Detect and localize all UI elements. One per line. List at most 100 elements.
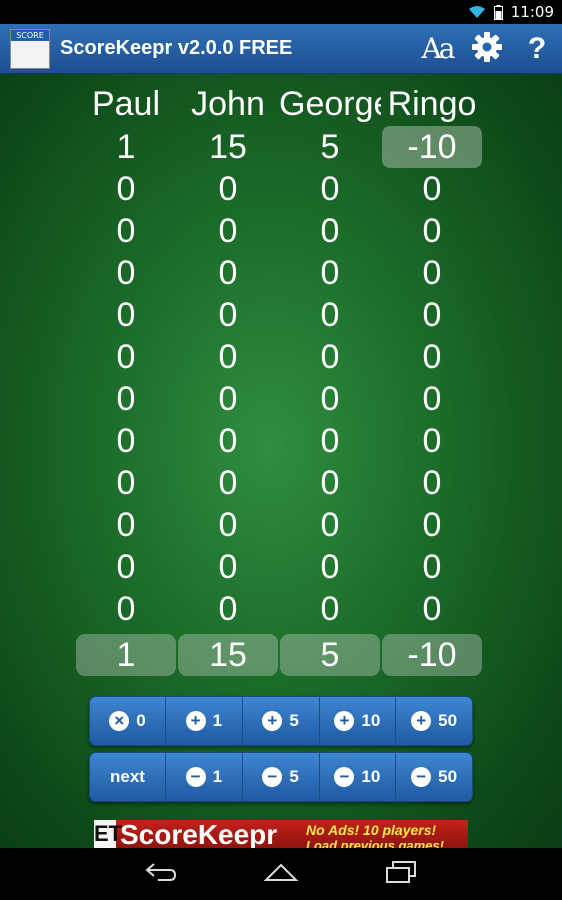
score-cell[interactable]: 0 bbox=[177, 294, 279, 336]
score-cell[interactable]: 5 bbox=[279, 126, 381, 168]
score-cell[interactable]: 0 bbox=[177, 252, 279, 294]
player-name[interactable]: Ringo bbox=[381, 82, 483, 126]
minus-5-button[interactable]: −5 bbox=[243, 753, 320, 801]
score-row: 0 0 0 0 bbox=[75, 294, 483, 336]
home-icon bbox=[263, 861, 299, 887]
score-cell[interactable]: 0 bbox=[177, 420, 279, 462]
score-cell[interactable]: 0 bbox=[75, 252, 177, 294]
font-size-button[interactable]: Aa bbox=[412, 24, 462, 74]
score-cell[interactable]: 0 bbox=[177, 336, 279, 378]
next-button[interactable]: next bbox=[90, 753, 166, 801]
score-value: 0 bbox=[218, 422, 238, 460]
battery-icon bbox=[493, 4, 503, 20]
score-cell[interactable]: 0 bbox=[75, 420, 177, 462]
close-icon: × bbox=[109, 711, 130, 731]
score-cell[interactable]: 0 bbox=[279, 588, 381, 630]
score-cell[interactable]: 0 bbox=[279, 420, 381, 462]
score-cell[interactable]: 0 bbox=[279, 504, 381, 546]
score-cell[interactable]: 0 bbox=[75, 546, 177, 588]
status-time: 11:09 bbox=[510, 3, 554, 21]
ad-prefix: ET bbox=[94, 820, 123, 848]
score-value: 0 bbox=[320, 590, 340, 628]
score-value: 0 bbox=[320, 254, 340, 292]
score-cell[interactable]: 0 bbox=[279, 294, 381, 336]
score-cell[interactable]: 0 bbox=[279, 252, 381, 294]
back-button[interactable] bbox=[101, 848, 221, 900]
score-cell[interactable]: 0 bbox=[279, 168, 381, 210]
score-cell[interactable]: 0 bbox=[381, 588, 483, 630]
help-button[interactable]: ? bbox=[512, 24, 562, 74]
score-cell[interactable]: 0 bbox=[75, 210, 177, 252]
score-cell[interactable]: 0 bbox=[177, 210, 279, 252]
score-value: 0 bbox=[218, 590, 238, 628]
plus-1-button[interactable]: +1 bbox=[166, 697, 243, 745]
score-cell[interactable]: 0 bbox=[75, 168, 177, 210]
score-cell[interactable]: -10 bbox=[381, 126, 483, 168]
score-value: 0 bbox=[422, 548, 442, 586]
recent-apps-button[interactable] bbox=[341, 848, 461, 900]
score-cell[interactable]: 0 bbox=[177, 504, 279, 546]
score-cell[interactable]: 0 bbox=[279, 546, 381, 588]
home-button[interactable] bbox=[221, 848, 341, 900]
score-row: 0 0 0 0 bbox=[75, 546, 483, 588]
button-label: next bbox=[110, 767, 145, 786]
recent-apps-icon bbox=[385, 860, 417, 888]
score-row: 0 0 0 0 bbox=[75, 336, 483, 378]
score-value: 0 bbox=[116, 548, 136, 586]
player-name[interactable]: John bbox=[177, 82, 279, 126]
score-cell[interactable]: 0 bbox=[381, 210, 483, 252]
score-row: 0 0 0 0 bbox=[75, 504, 483, 546]
score-cell[interactable]: 0 bbox=[177, 168, 279, 210]
score-board: PaulJohnGeorgeRingo 1155-100000000000000… bbox=[0, 74, 562, 848]
score-cell[interactable]: 0 bbox=[279, 210, 381, 252]
plus-5-button[interactable]: +5 bbox=[243, 697, 320, 745]
totals-row: 1 15 5 -10 bbox=[75, 634, 483, 676]
score-cell[interactable]: 0 bbox=[177, 546, 279, 588]
score-cell[interactable]: 0 bbox=[381, 420, 483, 462]
score-value: 0 bbox=[320, 422, 340, 460]
score-grid: 1 15 5 -10 0 0 0 0 0 0 0 0 0 0 0 0 0 0 0 0 0 0 0 0 0 0 0 0 0 0 0 0 0 0 0 0 0… bbox=[75, 126, 483, 630]
score-value: 0 bbox=[422, 296, 442, 334]
score-cell[interactable]: 0 bbox=[279, 378, 381, 420]
score-cell[interactable]: 0 bbox=[75, 462, 177, 504]
players-header: PaulJohnGeorgeRingo bbox=[75, 82, 483, 126]
score-cell[interactable]: 0 bbox=[381, 462, 483, 504]
settings-button[interactable] bbox=[462, 24, 512, 74]
score-cell[interactable]: 0 bbox=[177, 378, 279, 420]
minus-1-button[interactable]: −1 bbox=[166, 753, 243, 801]
score-cell[interactable]: 0 bbox=[381, 252, 483, 294]
score-cell[interactable]: 0 bbox=[75, 504, 177, 546]
plus-50-button[interactable]: +50 bbox=[396, 697, 472, 745]
score-cell[interactable]: 0 bbox=[381, 546, 483, 588]
score-cell[interactable]: 0 bbox=[177, 462, 279, 504]
score-cell[interactable]: 0 bbox=[279, 336, 381, 378]
subtract-score-bar: next −1−5−10−50 bbox=[89, 752, 473, 802]
minus-10-button[interactable]: −10 bbox=[320, 753, 397, 801]
ad-banner[interactable]: ET ScoreKeepr No Ads! 10 players! Load p… bbox=[94, 820, 468, 848]
score-cell[interactable]: 0 bbox=[75, 336, 177, 378]
reset-button[interactable]: × 0 bbox=[90, 697, 166, 745]
score-cell[interactable]: 1 bbox=[75, 126, 177, 168]
score-cell[interactable]: 0 bbox=[381, 378, 483, 420]
minus-50-button[interactable]: −50 bbox=[396, 753, 472, 801]
player-name[interactable]: Paul bbox=[75, 82, 177, 126]
app-logo-label: SCORE bbox=[11, 29, 49, 41]
score-cell[interactable]: 0 bbox=[177, 588, 279, 630]
score-cell[interactable]: 0 bbox=[75, 378, 177, 420]
score-cell[interactable]: 0 bbox=[381, 294, 483, 336]
score-cell[interactable]: 0 bbox=[279, 462, 381, 504]
player-name[interactable]: George bbox=[279, 82, 381, 126]
score-cell[interactable]: 15 bbox=[177, 126, 279, 168]
score-row: 1 15 5 -10 bbox=[75, 126, 483, 168]
minus-icon: − bbox=[262, 767, 283, 787]
score-cell[interactable]: 0 bbox=[381, 168, 483, 210]
total-cell: 5 bbox=[280, 634, 380, 676]
plus-10-button[interactable]: +10 bbox=[320, 697, 397, 745]
button-label: 1 bbox=[212, 711, 223, 730]
total-cell: -10 bbox=[382, 634, 482, 676]
score-value: 5 bbox=[320, 128, 340, 166]
score-cell[interactable]: 0 bbox=[381, 504, 483, 546]
score-cell[interactable]: 0 bbox=[381, 336, 483, 378]
score-cell[interactable]: 0 bbox=[75, 588, 177, 630]
score-cell[interactable]: 0 bbox=[75, 294, 177, 336]
